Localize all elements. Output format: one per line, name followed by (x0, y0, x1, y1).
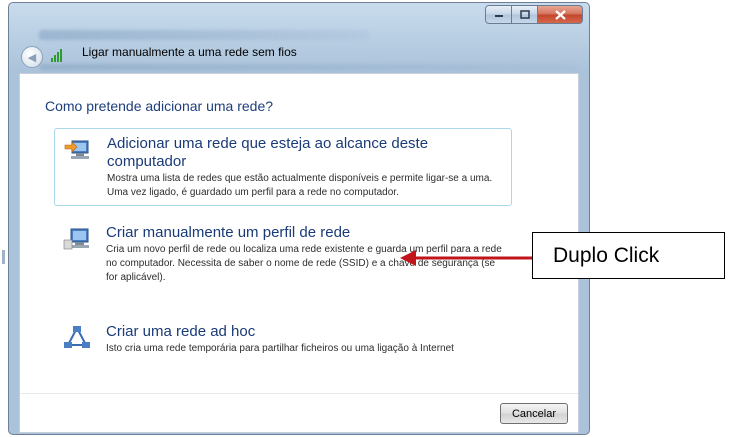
maximize-button[interactable] (512, 5, 538, 24)
option-add-in-range-network[interactable]: Adicionar uma rede que esteja ao alcance… (54, 128, 512, 206)
option-adhoc-network[interactable]: Criar uma rede ad hoc Isto cria uma rede… (54, 317, 512, 357)
annotation-callout: Duplo Click (532, 232, 725, 279)
close-button[interactable] (538, 5, 583, 24)
network-profile-icon (63, 228, 89, 250)
wireless-signal-icon (51, 48, 67, 62)
maximize-icon (519, 10, 530, 19)
option-title: Criar uma rede ad hoc (106, 323, 256, 340)
option-title: Criar manualmente um perfil de rede (106, 224, 351, 241)
adhoc-network-icon (64, 326, 90, 348)
back-arrow-icon: ◀ (27, 50, 37, 64)
blurred-title-text (39, 30, 369, 40)
minimize-button[interactable] (485, 5, 512, 24)
minimize-icon (494, 14, 503, 17)
option-title: Adicionar uma rede que esteja ao alcance… (107, 135, 429, 170)
network-add-icon (64, 140, 89, 159)
wizard-window: ◀ Ligar manualmente a uma rede sem fios … (8, 2, 590, 435)
back-button[interactable]: ◀ (21, 46, 43, 68)
question-heading: Como pretende adicionar uma rede? (45, 98, 274, 114)
wizard-title: Ligar manualmente a uma rede sem fios (82, 45, 297, 59)
blurred-subtitle-text (39, 64, 579, 70)
caption-buttons (485, 5, 583, 24)
cancel-button[interactable]: Cancelar (500, 403, 568, 424)
option-description: Mostra uma lista de redes que estão actu… (107, 173, 493, 198)
close-icon (554, 9, 566, 20)
left-edge (0, 0, 8, 437)
background-fragment (2, 250, 5, 264)
footer-divider (20, 393, 578, 394)
option-description: Isto cria uma rede temporária para parti… (106, 343, 454, 354)
annotation-arrow (400, 250, 534, 266)
